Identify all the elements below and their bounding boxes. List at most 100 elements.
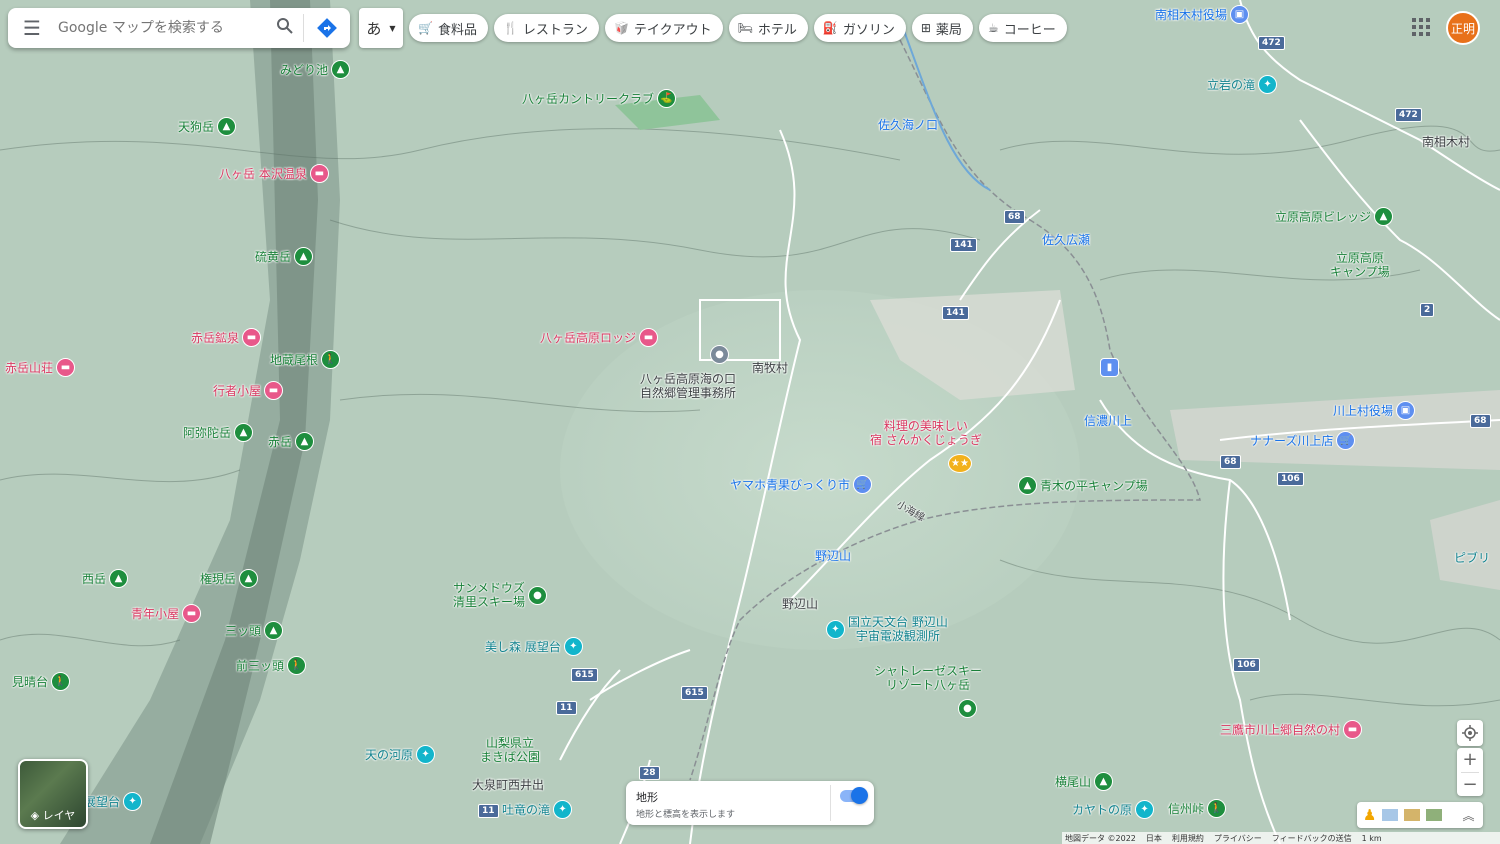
zoom-out-button[interactable]: − (1462, 773, 1477, 797)
layers-button[interactable]: ◈ レイヤ (18, 759, 88, 829)
chip-takeout[interactable]: 🥡 テイクアウト (604, 14, 723, 42)
poi-yokoodake[interactable]: 横尾山 ▲ (1055, 772, 1114, 791)
poi-gyoja-goya[interactable]: 行者小屋 ▬ (213, 381, 284, 400)
poi-mitaka-nature[interactable]: 三鷹市川上郷自然の村 ▬ (1220, 720, 1363, 739)
poi-label: カヤトの原 (1072, 802, 1133, 817)
poi-mitsugashira[interactable]: 三ッ頭 ▲ (225, 621, 284, 640)
terrain-toggle[interactable] (840, 787, 868, 804)
poi-label: 赤岳 (268, 434, 293, 449)
place-piburi[interactable]: ピブリ (1454, 551, 1490, 565)
poi-kogen-lodge[interactable]: 八ヶ岳高原ロッジ ▬ (540, 328, 659, 347)
poi-label-line: 国立天文台 野辺山 (848, 615, 948, 629)
poi-jizou-one[interactable]: 地蔵尾根 🚶 (270, 350, 341, 369)
hotel-icon: ▬ (242, 328, 262, 347)
chip-coffee[interactable]: ☕ コーヒー (978, 14, 1067, 42)
poi-kawakami-office[interactable]: 川上村役場 ▣ (1333, 401, 1416, 420)
footer-link-terms[interactable]: 利用規約 (1172, 833, 1204, 844)
account-avatar[interactable]: 正明 (1446, 11, 1480, 45)
poi-label: 前三ッ頭 (236, 658, 285, 673)
zoom-controls: + − (1457, 748, 1483, 796)
poi-label: 権現岳 (200, 571, 237, 586)
poi-label: 立原高原 キャンプ場 (1330, 251, 1390, 279)
poi-mae-mitsugashira[interactable]: 前三ッ頭 🚶 (236, 656, 307, 675)
station-shinano-kawakami[interactable]: 信濃川上 (1084, 414, 1132, 428)
hotel-icon: ▬ (56, 358, 76, 377)
poi-gongendake[interactable]: 権現岳 ▲ (200, 569, 259, 588)
poi-sunmeadows[interactable]: サンメドウズ 清里スキー場 ● (453, 581, 548, 609)
poi-minamiaiki-office[interactable]: 南相木村役場 ▣ (1155, 5, 1250, 24)
poi-label-line: 立原高原 (1335, 251, 1384, 265)
poi-tachiwara-village[interactable]: 立原高原ビレッジ ▲ (1275, 207, 1394, 226)
poi-label: 川上村役場 (1333, 403, 1394, 418)
chevron-up-icon[interactable]: ︽ (1462, 807, 1474, 824)
poi-aokinodaira[interactable]: ▲ 青木の平キャンプ場 (1018, 476, 1148, 495)
poi-yatsugatake-cc[interactable]: 八ヶ岳カントリークラブ ⛳ (522, 89, 677, 108)
search-icon[interactable] (267, 17, 303, 39)
zoom-in-button[interactable]: + (1462, 748, 1477, 772)
chip-hotels[interactable]: 🛏 ホテル (728, 14, 808, 42)
poi-amidadake[interactable]: 阿弥陀岳 ▲ (183, 423, 254, 442)
mountain-icon: ▲ (295, 432, 315, 451)
poi-tateiwa[interactable]: 立岩の滝 ✦ (1207, 75, 1278, 94)
poi-label: ヤマホ青果びっくり市 (730, 477, 851, 492)
chip-restaurants[interactable]: 🍴 レストラン (493, 14, 599, 42)
chip-groceries[interactable]: 🛒 食料品 (409, 14, 488, 42)
poi-fukiryu[interactable]: 吐竜の滝 ✦ (502, 800, 573, 819)
poi-iodake[interactable]: 硫黄岳 ▲ (255, 247, 314, 266)
poi-tenmondai[interactable]: ✦ 国立天文台 野辺山 宇宙電波観測所 (826, 615, 948, 643)
poi-yamaho[interactable]: ヤマホ青果びっくり市 🛒 (730, 475, 873, 494)
route-shield-2: 2 (1420, 303, 1435, 317)
starred-place-icon[interactable]: ★★ (948, 454, 972, 473)
location-pin-icon[interactable]: ● (710, 345, 729, 364)
poi-tengudake[interactable]: 天狗岳 ▲ (178, 117, 237, 136)
poi-shinshu-toge[interactable]: 信州峠 🚶 (1168, 799, 1227, 818)
poi-tennokawara[interactable]: 天の河原 ✦ (365, 745, 436, 764)
station-sakuhirose[interactable]: 佐久広瀬 (1042, 233, 1090, 247)
imagery-thumb-icon[interactable] (1426, 809, 1443, 821)
poi-honzawa-onsen[interactable]: 八ヶ岳 本沢温泉 ▬ (219, 164, 329, 183)
poi-chateraise[interactable]: シャトレーゼスキー リゾート八ヶ岳 (874, 664, 982, 692)
poi-sankaku-jougi[interactable]: 料理の美味しい宿 さんかくじょうぎ (870, 419, 982, 447)
poi-kayato[interactable]: カヤトの原 ✦ (1072, 800, 1155, 819)
input-method-selector[interactable]: あ ▼ (359, 8, 403, 48)
poi-label-line: 宇宙電波観測所 (855, 629, 940, 643)
gas-station-icon[interactable]: ▮ (1100, 358, 1119, 377)
menu-icon[interactable]: ☰ (8, 16, 56, 40)
my-location-button[interactable] (1457, 720, 1483, 746)
apps-grid-icon[interactable] (1410, 16, 1432, 38)
place-label-line: 八ヶ岳高原海の口 (640, 372, 737, 386)
ski-resort-pin-icon[interactable]: ● (958, 699, 977, 718)
poi-akadake[interactable]: 赤岳 ▲ (268, 432, 315, 451)
poi-seinen-goya[interactable]: 青年小屋 ▬ (131, 604, 202, 623)
mountain-icon: ▲ (234, 423, 254, 442)
chip-gas[interactable]: ⛽ ガソリン (813, 14, 906, 42)
chip-pharmacy[interactable]: ⊞ 薬局 (911, 14, 973, 42)
place-shizen-office[interactable]: 八ヶ岳高原海の口 自然郷管理事務所 (640, 372, 736, 400)
footer-link-privacy[interactable]: プライバシー (1214, 833, 1262, 844)
poi-tachiwara-camp[interactable]: 立原高原 キャンプ場 (1330, 251, 1390, 279)
search-input[interactable] (56, 19, 267, 37)
poi-akadake-sanso[interactable]: 赤岳山荘 ▬ (5, 358, 76, 377)
footer-link-feedback[interactable]: フィードバックの送信 (1272, 833, 1352, 844)
poi-miharashi[interactable]: 見晴台 🚶 (12, 672, 71, 691)
station-sakuuminokuchi[interactable]: 佐久海ノ口 (878, 118, 938, 132)
poi-midori-ike[interactable]: みどり池 ▲ (280, 60, 351, 79)
pegman-icon[interactable]: ♟ (1363, 806, 1376, 824)
poi-akadake-kosen[interactable]: 赤岳鉱泉 ▬ (191, 328, 262, 347)
scale-bar[interactable]: 1 km (1362, 834, 1382, 843)
poi-label: 料理の美味しい宿 さんかくじょうぎ (870, 419, 982, 447)
poi-label: 赤岳鉱泉 (191, 330, 240, 345)
poi-nanasu[interactable]: ナナーズ川上店 🛒 (1250, 431, 1356, 450)
station-nobeyama[interactable]: 野辺山 (815, 549, 851, 563)
imagery-thumb-icon[interactable] (1382, 809, 1399, 821)
poi-makiba-park[interactable]: 山梨県立 まきば公園 (480, 736, 540, 764)
poi-label-line: キャンプ場 (1330, 265, 1390, 279)
chip-label: ホテル (757, 22, 797, 38)
directions-icon[interactable] (303, 14, 350, 42)
poi-tenbodai[interactable]: 展望台 ✦ (84, 792, 143, 811)
poi-utsukushimori[interactable]: 美し森 展望台 ✦ (485, 637, 583, 656)
imagery-thumb-icon[interactable] (1404, 809, 1421, 821)
footer-link-country[interactable]: 日本 (1146, 833, 1162, 844)
fork-knife-icon: 🍴 (502, 21, 518, 35)
poi-nishidake[interactable]: 西岳 ▲ (82, 569, 129, 588)
